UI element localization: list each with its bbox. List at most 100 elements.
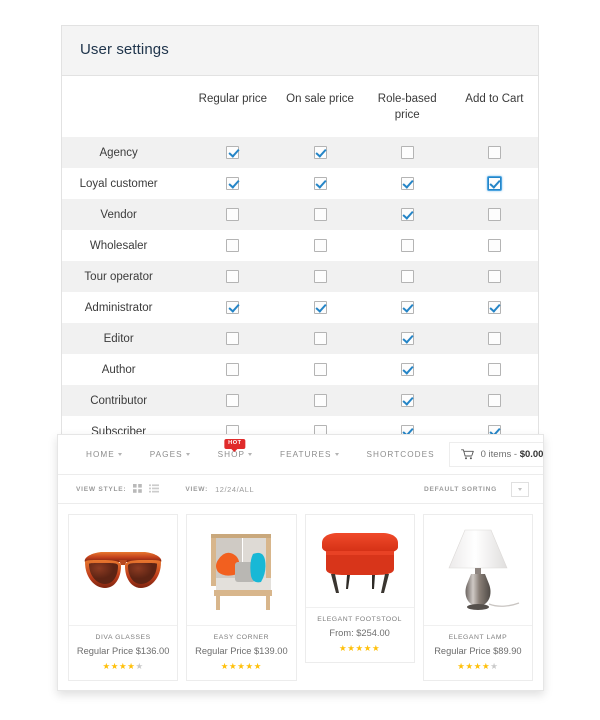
permission-checkbox[interactable]: [313, 331, 327, 345]
permission-cell[interactable]: [276, 323, 364, 355]
permission-cell[interactable]: [189, 385, 277, 417]
permission-checkbox[interactable]: [487, 300, 501, 314]
permission-checkbox[interactable]: [226, 362, 240, 376]
permission-cell[interactable]: [450, 230, 538, 262]
nav-item-shortcodes[interactable]: SHORTCODES: [353, 450, 449, 459]
nav-item-label: HOME: [86, 450, 115, 459]
product-card[interactable]: ELEGANT LAMP Regular Price $89.90 ★★★★★: [422, 514, 533, 681]
permission-cell[interactable]: [363, 292, 451, 324]
permission-cell[interactable]: [276, 199, 364, 231]
permission-cell[interactable]: [189, 168, 277, 200]
permission-cell[interactable]: [276, 385, 364, 417]
product-card[interactable]: DIVA GLASSES Regular Price $136.00 ★★★★★: [68, 514, 179, 681]
sorting-dropdown[interactable]: [511, 481, 529, 497]
permission-checkbox[interactable]: [400, 362, 414, 376]
permission-checkbox[interactable]: [487, 331, 501, 345]
permission-checkbox[interactable]: [400, 238, 414, 252]
permission-checkbox[interactable]: [313, 362, 327, 376]
permission-cell[interactable]: [276, 292, 364, 324]
permission-checkbox[interactable]: [400, 269, 414, 283]
permission-cell[interactable]: [363, 137, 451, 169]
permission-cell[interactable]: [189, 261, 277, 293]
permission-checkbox[interactable]: [226, 300, 240, 314]
permission-cell[interactable]: [450, 354, 538, 386]
table-head: Regular price On sale price Role-based p…: [62, 76, 538, 137]
permission-cell[interactable]: [363, 168, 451, 200]
table-row: Administrator: [62, 292, 538, 324]
permission-checkbox[interactable]: [400, 176, 414, 190]
permission-cell[interactable]: [189, 230, 277, 262]
permission-cell[interactable]: [363, 354, 451, 386]
screen: User settings Regular price On sale pric…: [0, 0, 600, 720]
product-rating: ★★★★★: [191, 662, 291, 671]
permission-checkbox[interactable]: [313, 145, 327, 159]
list-view-icon[interactable]: [149, 480, 160, 498]
product-name[interactable]: EASY CORNER: [191, 634, 291, 641]
permission-cell[interactable]: [363, 230, 451, 262]
permission-checkbox[interactable]: [487, 393, 501, 407]
permission-cell[interactable]: [276, 230, 364, 262]
product-card[interactable]: ELEGANT FOOTSTOOL From: $254.00 ★★★★★: [304, 514, 415, 663]
permission-checkbox[interactable]: [226, 331, 240, 345]
permission-cell[interactable]: [189, 137, 277, 169]
permission-checkbox[interactable]: [400, 300, 414, 314]
permission-cell[interactable]: [363, 261, 451, 293]
toolbar-right-group: DEFAULT SORTING: [424, 481, 529, 497]
permission-cell[interactable]: [450, 168, 538, 200]
permission-checkbox[interactable]: [313, 300, 327, 314]
permission-checkbox[interactable]: [313, 238, 327, 252]
product-name[interactable]: DIVA GLASSES: [73, 634, 173, 641]
permission-checkbox[interactable]: [400, 331, 414, 345]
permission-cell[interactable]: [450, 137, 538, 169]
cart-button[interactable]: 0 items - $0.00: [448, 442, 543, 467]
chevron-down-icon: [334, 453, 339, 456]
permission-cell[interactable]: [363, 199, 451, 231]
permission-cell[interactable]: [450, 261, 538, 293]
grid-view-icon[interactable]: [133, 480, 143, 498]
permission-cell[interactable]: [450, 199, 538, 231]
permission-checkbox[interactable]: [226, 393, 240, 407]
permission-cell[interactable]: [450, 292, 538, 324]
permission-cell[interactable]: [276, 261, 364, 293]
product-name[interactable]: ELEGANT LAMP: [428, 634, 528, 641]
permission-cell[interactable]: [450, 323, 538, 355]
permission-checkbox[interactable]: [226, 176, 240, 190]
role-label: Contributor: [90, 394, 148, 407]
permission-cell[interactable]: [189, 323, 277, 355]
permission-checkbox[interactable]: [487, 176, 501, 190]
permission-checkbox[interactable]: [313, 207, 327, 221]
permission-cell[interactable]: [450, 385, 538, 417]
permission-checkbox[interactable]: [313, 269, 327, 283]
permission-cell[interactable]: [363, 385, 451, 417]
permission-checkbox[interactable]: [400, 393, 414, 407]
nav-item-features[interactable]: FEATURES: [266, 450, 352, 459]
permission-checkbox[interactable]: [226, 145, 240, 159]
table-row: Wholesaler: [62, 230, 538, 262]
permission-checkbox[interactable]: [226, 238, 240, 252]
product-card[interactable]: EASY CORNER Regular Price $139.00 ★★★★★: [186, 514, 297, 681]
permission-checkbox[interactable]: [487, 238, 501, 252]
permission-checkbox[interactable]: [487, 207, 501, 221]
nav-item-home[interactable]: HOME: [72, 450, 136, 459]
permission-checkbox[interactable]: [400, 145, 414, 159]
permission-cell[interactable]: [276, 168, 364, 200]
view-count-options[interactable]: 12/24/ALL: [215, 485, 254, 494]
permission-checkbox[interactable]: [226, 269, 240, 283]
permission-checkbox[interactable]: [313, 393, 327, 407]
permission-checkbox[interactable]: [400, 207, 414, 221]
permission-checkbox[interactable]: [487, 145, 501, 159]
permission-checkbox[interactable]: [313, 176, 327, 190]
permission-cell[interactable]: [276, 137, 364, 169]
permission-checkbox[interactable]: [487, 269, 501, 283]
permission-cell[interactable]: [189, 199, 277, 231]
product-name[interactable]: ELEGANT FOOTSTOOL: [310, 616, 410, 623]
permission-checkbox[interactable]: [226, 207, 240, 221]
permission-cell[interactable]: [276, 354, 364, 386]
permission-cell[interactable]: [363, 323, 451, 355]
nav-item-pages[interactable]: PAGES: [136, 450, 204, 459]
permission-cell[interactable]: [189, 292, 277, 324]
permission-cell[interactable]: [189, 354, 277, 386]
nav-item-shop[interactable]: HOT SHOP: [204, 439, 266, 459]
permission-checkbox[interactable]: [487, 362, 501, 376]
role-name-cell: Tour operator: [62, 261, 190, 293]
